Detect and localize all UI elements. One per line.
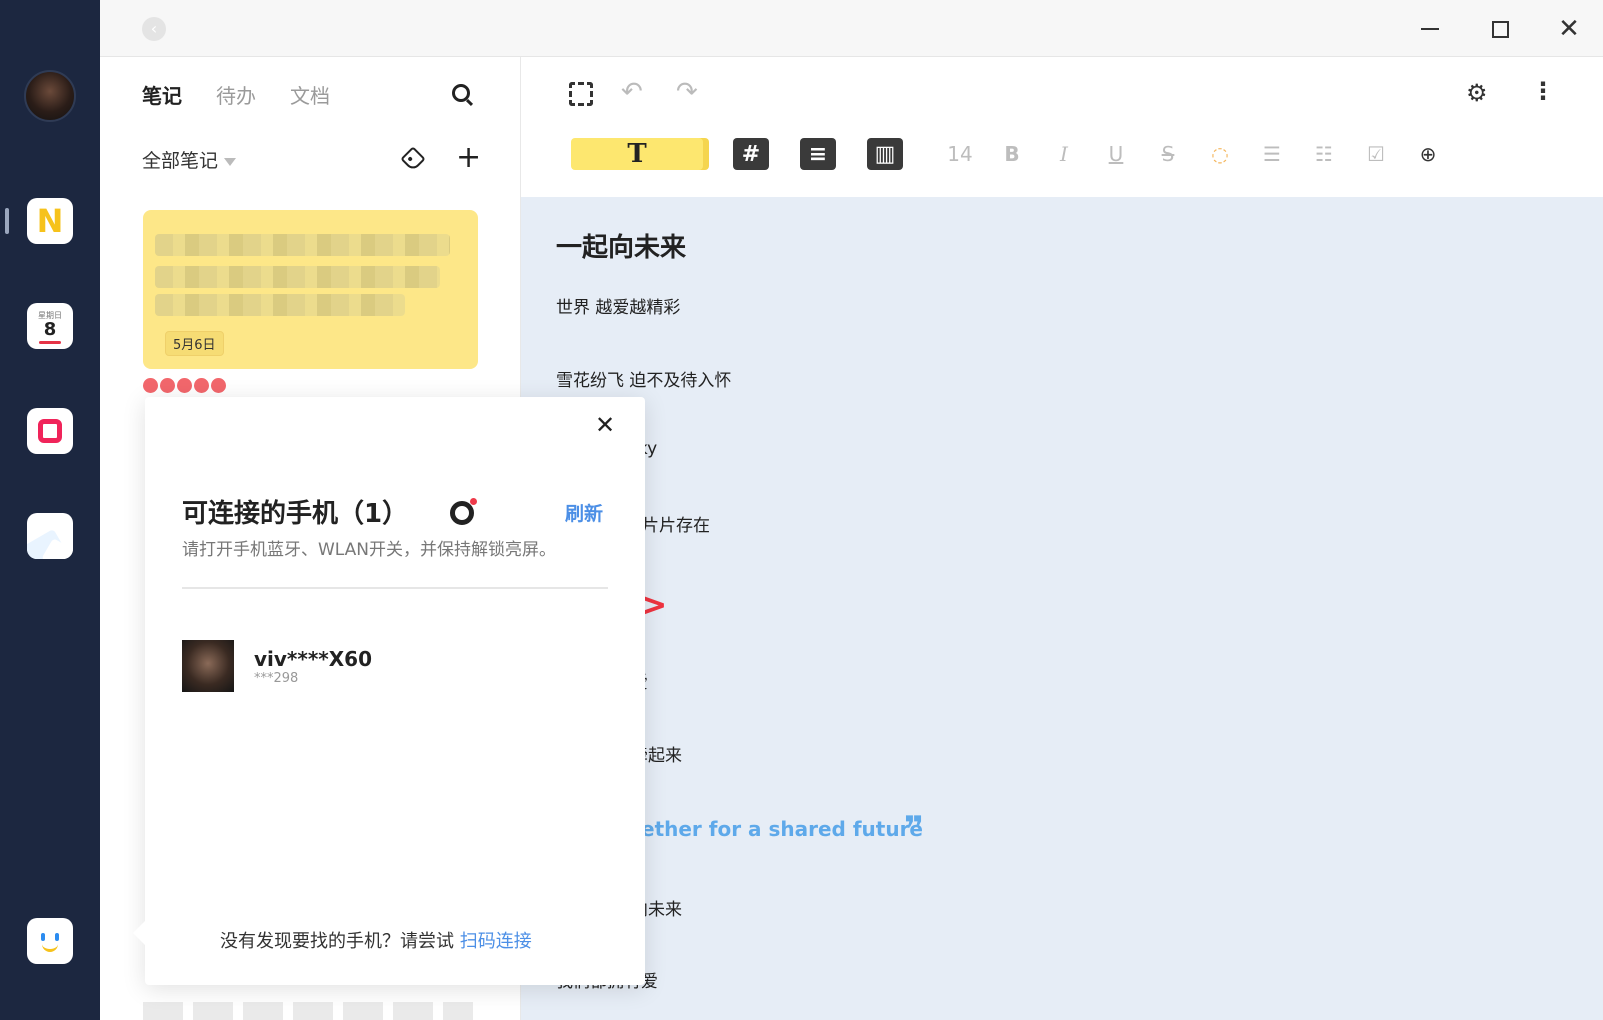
note-filter-dropdown[interactable]: 全部笔记 [142,146,237,173]
number-list-icon[interactable]: ☷ [1298,142,1350,166]
fullscreen-icon[interactable] [569,82,593,106]
refresh-button[interactable]: 刷新 [565,499,603,526]
device-name: viv****X60 [254,646,373,671]
calendar-app-icon[interactable]: 星期日 8 [27,303,73,349]
connect-phone-popup: ✕ 可连接的手机（1） 刷新 请打开手机蓝牙、WLAN开关，并保持解锁亮屏。 v… [133,397,645,985]
tab-bar: 笔记 待办 文档 [142,80,330,112]
chevron-down-icon [224,157,237,166]
bullet-list-icon[interactable]: ☰ [1246,142,1298,166]
columns-button[interactable]: ▥ [867,138,903,170]
add-note-button[interactable]: + [456,143,481,173]
note-thumbnails [143,1002,473,1020]
tab-notes[interactable]: 笔记 [142,80,182,112]
popup-subtitle: 请打开手机蓝牙、WLAN开关，并保持解锁亮屏。 [182,540,557,560]
footer-text: 没有发现要找的手机？请尝试 [220,931,460,952]
editor-body[interactable]: 一起向未来 世界 越爱越精彩 雪花纷飞 迫不及待入怀 sky 一片片存在 > 爱… [521,197,1603,1020]
maximize-icon [1491,20,1509,38]
back-icon[interactable]: ‹ [142,17,166,41]
gallery-app-icon[interactable] [27,513,73,559]
doc-title[interactable]: 一起向未来 [556,227,686,264]
checkbox-icon[interactable]: ☑ [1350,142,1402,166]
close-icon[interactable]: ✕ [595,411,615,439]
title-bar: ‹ ✕ [100,0,1603,57]
close-button[interactable]: ✕ [1554,14,1584,44]
settings-icon[interactable]: ⚙ [1466,79,1488,107]
font-size-button[interactable]: 14 [934,142,986,166]
redo-icon[interactable]: ↷ [676,77,698,107]
assistant-app-icon[interactable] [27,918,73,964]
more-icon[interactable]: ⋮ [1531,77,1555,105]
filter-label: 全部笔记 [142,150,219,172]
quote-icon: ❞ [904,809,924,849]
align-button[interactable]: ≡ [800,138,836,170]
note-color-dots [143,378,226,393]
search-icon[interactable] [452,84,470,102]
notes-app-icon[interactable]: N [27,198,73,244]
minimize-button[interactable] [1415,14,1445,44]
popup-title: 可连接的手机（1） [182,499,409,529]
divider [182,587,608,589]
italic-button[interactable]: I [1038,142,1090,166]
text-style-button[interactable]: T [571,138,703,170]
tab-todo[interactable]: 待办 [216,80,256,109]
popup-footer: 没有发现要找的手机？请尝试 扫码连接 [220,927,532,953]
doc-english-quote[interactable]: ether for a shared future [641,817,923,841]
scanning-icon [450,498,477,525]
app-dock: N 星期日 8 [0,0,100,1020]
device-item[interactable]: viv****X60 ***298 [182,640,372,692]
note-date: 5月6日 [165,331,224,356]
device-avatar [182,640,234,692]
notes-glyph: N [36,202,64,240]
bold-button[interactable]: B [986,142,1038,166]
tab-docs[interactable]: 文档 [290,80,330,109]
square-app-icon[interactable] [27,408,73,454]
scan-connect-link[interactable]: 扫码连接 [460,931,532,952]
active-indicator [5,208,9,234]
maximize-button[interactable] [1485,14,1515,44]
add-block-icon[interactable]: ⊕ [1402,142,1454,166]
tag-icon[interactable] [400,146,426,172]
note-card[interactable]: 5月6日 [143,210,478,369]
text-color-icon[interactable]: ◌ [1194,142,1246,166]
calendar-day: 8 [43,319,57,340]
underline-button[interactable]: U [1090,142,1142,166]
minimize-icon [1421,28,1439,30]
strikethrough-button[interactable]: S [1142,142,1194,166]
doc-line[interactable]: 雪花纷飞 迫不及待入怀 [556,366,731,391]
doc-line[interactable]: 世界 越爱越精彩 [556,293,680,318]
device-phone: ***298 [254,670,299,686]
undo-icon[interactable]: ↶ [621,77,643,107]
format-row: T # ≡ ▥ 14 B I U S ◌ ☰ ☷ ☑ ⊕ [571,137,1454,171]
editor-toolbar: ↶ ↷ ⚙ ⋮ T # ≡ ▥ 14 B I U S ◌ ☰ ☷ ☑ ⊕ [521,57,1603,197]
user-avatar[interactable] [24,70,76,122]
hash-button[interactable]: # [733,138,769,170]
